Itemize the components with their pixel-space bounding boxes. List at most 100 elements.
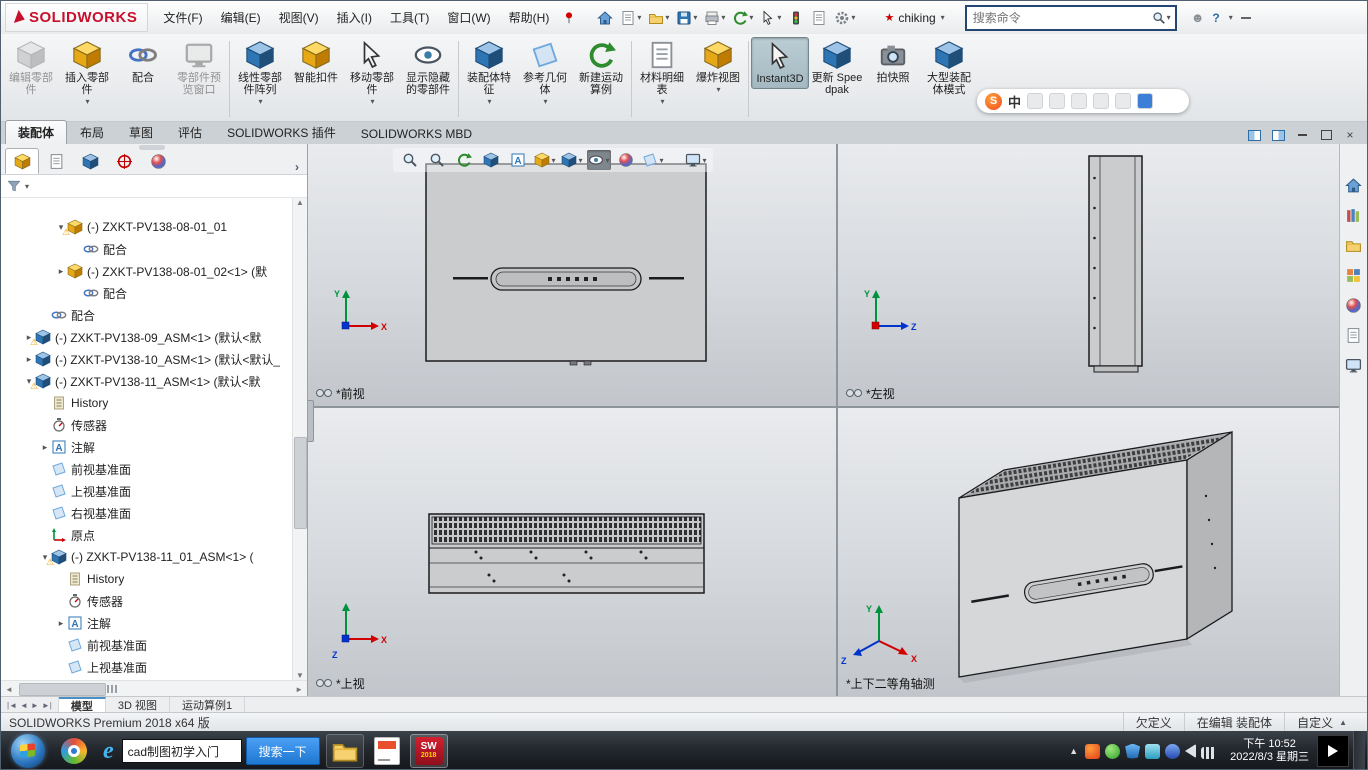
- expand-arrow-icon[interactable]: ▸: [55, 618, 67, 629]
- displaymanager-icon[interactable]: [141, 148, 175, 174]
- sogou-ime-bar[interactable]: S 中: [977, 89, 1189, 113]
- bill-of-materials-button[interactable]: 材料明细表▾: [634, 37, 690, 109]
- tab-scroll-buttons[interactable]: |◄ ◄ ► ►|: [1, 697, 59, 713]
- menu-file[interactable]: 文件(F): [154, 5, 211, 30]
- internet-explorer-icon[interactable]: e: [103, 738, 114, 765]
- user-icon[interactable]: ☻: [1191, 10, 1205, 25]
- menu-window[interactable]: 窗口(W): [438, 5, 499, 30]
- pin-icon[interactable]: [562, 11, 576, 25]
- tree-item-sensors[interactable]: 传感器: [1, 590, 293, 612]
- home-icon[interactable]: [594, 6, 616, 30]
- file-explorer-icon[interactable]: [1342, 234, 1366, 256]
- split-view-icon[interactable]: [1247, 129, 1261, 141]
- tab-first-icon[interactable]: |◄: [7, 701, 17, 710]
- move-component-button[interactable]: 移动零部件▾: [344, 37, 400, 109]
- save-icon[interactable]: ▾: [673, 6, 700, 30]
- panel-collapse-handle[interactable]: [139, 145, 165, 150]
- close-icon[interactable]: ×: [1343, 129, 1357, 141]
- ime-mic-icon[interactable]: [1071, 93, 1087, 109]
- cloud-tray-icon[interactable]: [1145, 744, 1160, 759]
- panel-splitter-grip[interactable]: [308, 400, 314, 442]
- tab-mbd[interactable]: SOLIDWORKS MBD: [349, 124, 484, 144]
- signal-tray-icon[interactable]: [1201, 747, 1216, 759]
- search-input[interactable]: [971, 10, 1152, 26]
- tree-item-plane[interactable]: 前视基准面: [1, 458, 293, 480]
- file-properties-icon[interactable]: [808, 6, 830, 30]
- display-style-icon[interactable]: ▾: [560, 150, 584, 170]
- tab-assembly[interactable]: 装配体: [5, 120, 67, 144]
- ime-toolbox-icon[interactable]: [1115, 93, 1131, 109]
- tray-expand-icon[interactable]: ▲: [1069, 746, 1080, 756]
- taskbar-search-input[interactable]: [122, 739, 242, 763]
- menu-edit[interactable]: 编辑(E): [212, 5, 270, 30]
- component-preview-button[interactable]: 零部件预览窗口: [171, 37, 227, 99]
- view-orientation-icon[interactable]: ▾: [533, 150, 557, 170]
- full-view-icon[interactable]: [1271, 129, 1285, 141]
- tree-item-component[interactable]: ▾⚠(-) ZXKT-PV138-11_ASM<1> (默认<默: [1, 370, 293, 392]
- help-icon[interactable]: ?: [1212, 11, 1219, 25]
- apply-scene-icon[interactable]: ▾: [641, 150, 665, 170]
- dimxpert-icon[interactable]: [107, 148, 141, 174]
- search-icon[interactable]: [1152, 11, 1166, 25]
- new-motion-study-button[interactable]: 新建运动算例: [573, 37, 629, 99]
- explorer-taskbar-button[interactable]: [326, 734, 364, 768]
- user-menu[interactable]: ★ chiking ▾: [884, 11, 944, 25]
- status-custom[interactable]: 自定义▲: [1284, 713, 1359, 731]
- panel-flyout-chevron-icon[interactable]: ›: [289, 160, 305, 174]
- restore-icon[interactable]: [1319, 129, 1333, 141]
- minimize-icon[interactable]: [1295, 129, 1309, 141]
- tab-model[interactable]: 模型: [59, 697, 106, 713]
- graphics-viewport[interactable]: Y X Y Z X Z: [308, 144, 1341, 696]
- network-tray-icon[interactable]: [1165, 744, 1180, 759]
- sogou-logo-icon[interactable]: S: [985, 93, 1002, 110]
- top-view-drawing[interactable]: [429, 514, 704, 593]
- splitter-grip[interactable]: [107, 685, 117, 693]
- tab-last-icon[interactable]: ►|: [42, 701, 52, 710]
- tab-evaluate[interactable]: 评估: [166, 121, 214, 144]
- custom-properties-icon[interactable]: [1342, 324, 1366, 346]
- design-library-icon[interactable]: [1342, 204, 1366, 226]
- command-search[interactable]: ▾: [965, 5, 1177, 31]
- shield-tray-icon[interactable]: [1125, 744, 1140, 759]
- tree-item-mates[interactable]: 配合: [1, 238, 293, 260]
- select-cursor-icon[interactable]: ▾: [757, 6, 784, 30]
- tree-horizontal-scrollbar[interactable]: ◄ ►: [1, 680, 307, 697]
- ime-mode-chinese[interactable]: 中: [1008, 92, 1021, 111]
- tab-3d-views[interactable]: 3D 视图: [106, 697, 170, 713]
- take-snapshot-button[interactable]: 拍快照: [865, 37, 921, 87]
- smart-fasteners-button[interactable]: 智能扣件: [288, 37, 344, 87]
- ime-emoji-icon[interactable]: [1049, 93, 1065, 109]
- show-desktop-button[interactable]: [1353, 731, 1365, 770]
- instant3d-button[interactable]: Instant3D: [751, 37, 809, 89]
- tree-item-history[interactable]: History: [1, 568, 293, 590]
- zoom-fit-icon[interactable]: [398, 150, 422, 170]
- ime-skin-icon[interactable]: [1137, 93, 1153, 109]
- linear-pattern-button[interactable]: 线性零部件阵列▾: [232, 37, 288, 109]
- tree-item-sensors[interactable]: 传感器: [1, 414, 293, 436]
- media-play-tray-icon[interactable]: [1317, 735, 1349, 767]
- exploded-view-button[interactable]: 爆炸视图▾: [690, 37, 746, 97]
- expand-arrow-icon[interactable]: ▸: [55, 266, 67, 277]
- scroll-down-icon[interactable]: ▼: [296, 671, 304, 680]
- filter-funnel-icon[interactable]: [7, 179, 21, 193]
- menu-tools[interactable]: 工具(T): [381, 5, 438, 30]
- scroll-right-icon[interactable]: ►: [291, 685, 307, 694]
- hide-show-items-icon[interactable]: ▾: [587, 150, 611, 170]
- tree-item-history[interactable]: History: [1, 392, 293, 414]
- scroll-up-icon[interactable]: ▲: [296, 198, 304, 207]
- solidworks-taskbar-button[interactable]: SW 2018: [410, 734, 448, 768]
- open-folder-icon[interactable]: ▾: [645, 6, 672, 30]
- show-hidden-components-button[interactable]: 显示隐藏的零部件: [400, 37, 456, 99]
- tree-item-component[interactable]: ▸(-) ZXKT-PV138-08-01_02<1> (默: [1, 260, 293, 282]
- left-view-drawing[interactable]: [1089, 156, 1142, 372]
- tree-item-component[interactable]: ▾⚠(-) ZXKT-PV138-11_01_ASM<1> (: [1, 546, 293, 568]
- tree-item-plane[interactable]: 上视基准面: [1, 480, 293, 502]
- security-tray-icon[interactable]: [1105, 744, 1120, 759]
- start-button[interactable]: [11, 734, 45, 768]
- tree-item-component[interactable]: ▸⚠(-) ZXKT-PV138-09_ASM<1> (默认<默: [1, 326, 293, 348]
- update-speedpak-button[interactable]: 更新 Speedpak: [809, 37, 865, 99]
- tab-layout[interactable]: 布局: [68, 121, 116, 144]
- tree-item-origin[interactable]: 原点: [1, 524, 293, 546]
- browser-taskbar-button[interactable]: [55, 734, 93, 768]
- expand-arrow-icon[interactable]: ▸: [23, 354, 35, 365]
